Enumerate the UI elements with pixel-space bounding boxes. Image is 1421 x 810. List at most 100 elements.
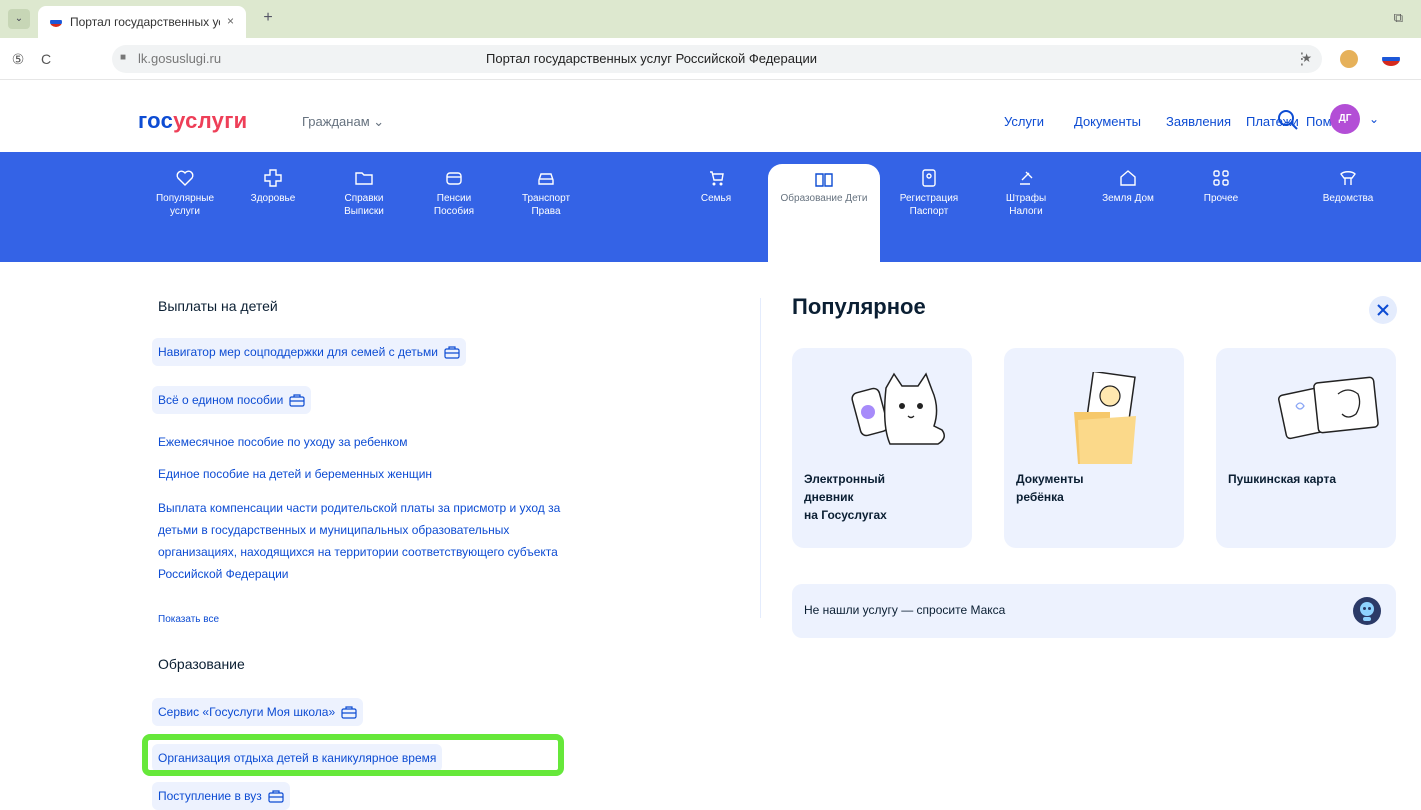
omnibox[interactable]: ■ lk.gosuslugi.ru Портал государственных… bbox=[112, 45, 1322, 73]
link-unified-pregnant[interactable]: Единое пособие на детей и беременных жен… bbox=[158, 464, 432, 484]
gavel-icon bbox=[1020, 171, 1033, 185]
category-label: Здоровье bbox=[250, 193, 296, 204]
medical-cross-icon bbox=[264, 169, 282, 187]
link-support-navigator[interactable]: Навигатор мер соцподдержки для семей с д… bbox=[152, 338, 466, 366]
back-button-icon[interactable]: ⑤ bbox=[8, 49, 28, 69]
section-title-payments: Выплаты на детей bbox=[158, 298, 278, 314]
card-title-line: Пушкинская карта bbox=[1228, 472, 1337, 486]
link-university-admission[interactable]: Поступление в вуз bbox=[152, 782, 290, 810]
page-title-text: Портал государственных услуг Российской … bbox=[486, 51, 817, 66]
link-monthly-childcare[interactable]: Ежемесячное пособие по уходу за ребенком bbox=[158, 432, 407, 452]
category-label: Ведомства bbox=[1322, 193, 1374, 204]
nav-applications[interactable]: Заявления bbox=[1166, 114, 1231, 129]
stroller-icon bbox=[710, 171, 724, 186]
house-icon bbox=[1120, 170, 1136, 186]
user-menu-chevron-icon[interactable]: ⌄ bbox=[1369, 112, 1379, 126]
link-text: Поступление в вуз bbox=[158, 789, 262, 803]
category-education[interactable]: Образование Дети bbox=[768, 164, 880, 262]
browser-flag-icon[interactable] bbox=[1382, 52, 1400, 66]
gosuslugi-logo[interactable]: госуслуги bbox=[138, 108, 248, 134]
url-text[interactable]: lk.gosuslugi.ru bbox=[138, 51, 221, 66]
close-button[interactable] bbox=[1369, 296, 1397, 324]
card-title: Электронный дневник на Госуслугах bbox=[804, 470, 887, 524]
link-text: Навигатор мер соцподдержки для семей с д… bbox=[158, 345, 438, 359]
link-unified-allowance[interactable]: Всё о едином пособии bbox=[152, 386, 312, 414]
cat-phone-illustration bbox=[851, 372, 945, 445]
audience-dropdown[interactable]: Гражданам ⌄ bbox=[302, 114, 384, 130]
search-icon[interactable] bbox=[1276, 108, 1300, 132]
heart-icon bbox=[176, 170, 194, 186]
lock-icon: ■ bbox=[120, 52, 127, 63]
logo-part-2: услуги bbox=[173, 108, 248, 133]
emblem-icon bbox=[1340, 171, 1356, 185]
category-transport[interactable]: Транспорт Права bbox=[508, 152, 584, 262]
card-title-line: дневник bbox=[804, 490, 854, 504]
category-label: Популярные услуги bbox=[155, 193, 215, 217]
browser-menu-icon[interactable]: ⋮ bbox=[1294, 49, 1310, 69]
car-icon bbox=[538, 173, 554, 185]
category-label: Образование Дети bbox=[780, 193, 868, 204]
address-bar-row: ⑤ C ■ lk.gosuslugi.ru Портал государстве… bbox=[0, 38, 1421, 80]
site-header: госуслуги Гражданам ⌄ Услуги Документы З… bbox=[0, 80, 1421, 152]
category-label: Штрафы Налоги bbox=[1005, 193, 1047, 217]
category-label: Пенсии Пособия bbox=[433, 193, 475, 217]
popular-card-child-documents[interactable]: Документы ребёнка bbox=[1004, 348, 1184, 548]
robot-max-icon bbox=[1353, 597, 1381, 625]
category-health[interactable]: Здоровье bbox=[238, 152, 308, 262]
tab-title: Портал государственных услуг Российской … bbox=[70, 15, 220, 29]
id-card-icon bbox=[922, 169, 936, 187]
card-title: Пушкинская карта bbox=[1228, 470, 1336, 488]
link-my-school[interactable]: Сервис «Госуслуги Моя школа» bbox=[152, 698, 364, 726]
category-other[interactable]: Прочее bbox=[1186, 152, 1256, 262]
close-icon bbox=[1377, 304, 1389, 316]
ask-max-banner[interactable]: Не нашли услугу — спросите Макса bbox=[792, 584, 1396, 638]
category-label: Транспорт Права bbox=[521, 193, 571, 217]
briefcase-icon bbox=[268, 790, 284, 803]
category-certificates[interactable]: Справки Выписки bbox=[328, 152, 400, 262]
category-popular[interactable]: Популярные услуги bbox=[150, 152, 220, 262]
favicon-flag-icon bbox=[50, 17, 62, 27]
logo-part-1: гос bbox=[138, 108, 174, 133]
highlight-box bbox=[142, 734, 564, 776]
link-compensation-line-1[interactable]: Выплата компенсации части родительской п… bbox=[158, 498, 560, 518]
nav-documents[interactable]: Документы bbox=[1074, 114, 1141, 129]
briefcase-icon bbox=[341, 706, 357, 719]
link-compensation-line-3[interactable]: организациях, находящихся на территории … bbox=[158, 542, 558, 562]
category-label: Справки Выписки bbox=[344, 193, 384, 217]
link-compensation-line-4[interactable]: Российской Федерации bbox=[158, 564, 289, 584]
new-tab-button[interactable]: + bbox=[258, 8, 278, 28]
briefcase-icon bbox=[444, 346, 460, 359]
category-bar: Популярные услуги Здоровье Справки Выпис… bbox=[0, 152, 1421, 262]
category-label: Семья bbox=[700, 193, 732, 204]
extension-icon[interactable]: ⧉ bbox=[1394, 10, 1403, 26]
grid-icon bbox=[1213, 170, 1229, 186]
popular-title: Популярное bbox=[792, 294, 926, 319]
popular-card-diary[interactable]: Электронный дневник на Госуслугах bbox=[792, 348, 972, 548]
nav-services[interactable]: Услуги bbox=[1004, 114, 1044, 129]
browser-tab-strip: ⌄ Портал государственных услуг Российско… bbox=[0, 0, 1421, 38]
briefcase-icon bbox=[289, 394, 305, 407]
browser-profile-icon[interactable] bbox=[1340, 50, 1358, 68]
ask-max-text: Не нашли услугу — спросите Макса bbox=[804, 603, 1006, 617]
link-text: Всё о едином пособии bbox=[158, 393, 284, 407]
folder-photo-illustration bbox=[1074, 372, 1136, 464]
link-text: Сервис «Госуслуги Моя школа» bbox=[158, 705, 336, 719]
reload-button-icon[interactable]: C bbox=[36, 49, 56, 69]
tab-close-icon[interactable]: × bbox=[227, 14, 234, 28]
category-registration[interactable]: Регистрация Паспорт bbox=[888, 152, 970, 262]
tab-search-chevron-icon[interactable]: ⌄ bbox=[8, 9, 30, 29]
user-avatar[interactable]: ДГ bbox=[1330, 104, 1360, 134]
category-agencies[interactable]: Ведомства bbox=[1300, 152, 1396, 262]
card-title: Документы ребёнка bbox=[1016, 470, 1083, 506]
category-fines[interactable]: Штрафы Налоги bbox=[990, 152, 1062, 262]
popular-card-pushkin[interactable]: Пушкинская карта bbox=[1216, 348, 1396, 548]
category-land[interactable]: Земля Дом bbox=[1086, 152, 1170, 262]
browser-tab[interactable]: Портал государственных услуг Российской … bbox=[38, 6, 246, 38]
category-family[interactable]: Семья bbox=[686, 152, 746, 262]
link-compensation-line-2[interactable]: детьми в государственных и муниципальных… bbox=[158, 520, 509, 540]
card-title-line: на Госуслугах bbox=[804, 508, 887, 522]
category-pensions[interactable]: Пенсии Пособия bbox=[418, 152, 490, 262]
show-all-link[interactable]: Показать все bbox=[158, 610, 219, 630]
wallet-icon bbox=[446, 172, 462, 185]
category-label: Прочее bbox=[1203, 193, 1239, 204]
